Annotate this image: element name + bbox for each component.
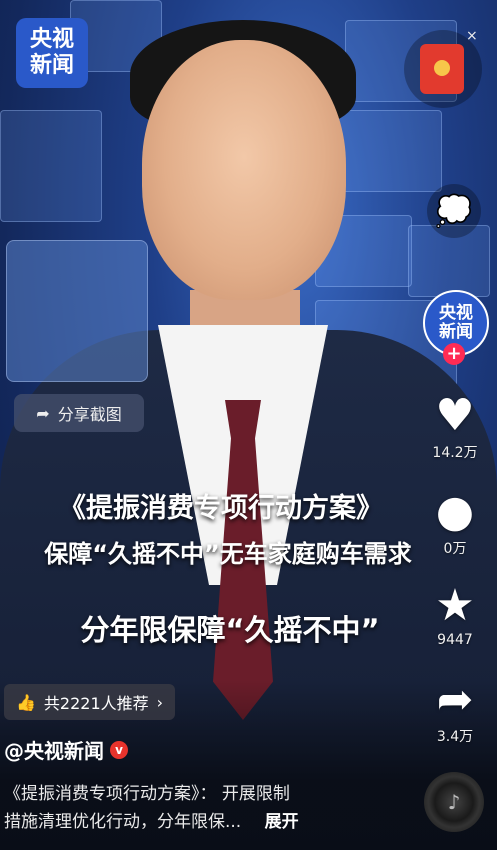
recommend-pill[interactable]: 👍 共2221人推荐 › [4,684,176,720]
caption-line-2: 保障“久摇不中”无车家庭购车需求 [44,540,412,568]
share-count: 3.4万 [436,729,474,745]
share-arrow-icon: ➦ [36,403,50,423]
description-line-2: 措施清理优化行动，分年限保... [4,812,242,832]
description-line-1: 《提振消费专项行动方案》： 开展限制 [4,784,290,804]
red-envelope-icon [420,44,464,94]
envelope-seal [434,60,450,76]
heart-icon: ♥ [435,390,475,441]
verified-badge-icon: v [110,740,128,759]
author-name[interactable]: @央视新闻 [4,735,104,764]
like-count: 14.2万 [432,445,478,461]
favorite-count: 9447 [437,632,473,648]
screenshot-thumbnail[interactable] [6,240,148,382]
caption-line-1: 《提振消费专项行动方案》 [59,493,383,524]
author-name-row[interactable]: @央视新闻 v [4,735,128,764]
music-disc-icon[interactable]: ♪ [424,772,484,832]
chevron-right-icon: › [156,692,164,712]
like-button[interactable]: ♥ 14.2万 [420,392,490,462]
favorite-button[interactable]: ★ 9447 [420,580,490,649]
thumbs-up-icon: 👍 [16,692,36,712]
star-icon: ★ [435,580,475,631]
studio-screen [0,110,102,222]
share-button[interactable]: ➦ 3.4万 [420,676,490,746]
share-icon: ➦ [436,674,474,725]
close-icon[interactable]: × [466,28,478,44]
follow-button[interactable]: + [443,343,465,365]
recommend-label: 共2221人推荐 [43,694,149,713]
share-screenshot-button[interactable]: ➦ 分享截图 [14,394,144,432]
anchor-face [142,40,346,300]
share-screenshot-label: 分享截图 [57,405,122,424]
avatar-line-1: 央视 [439,303,473,323]
caption-line-3: 分年限保障“久摇不中” [80,613,380,647]
video-description[interactable]: 《提振消费专项行动方案》： 开展限制 措施清理优化行动，分年限保... 展开 [4,780,404,836]
comment-icon: ● [435,486,475,537]
cctv-news-logo: 央视 新闻 [16,18,88,88]
logo-line-1: 央视 [29,27,74,52]
chat-bubble-icon[interactable]: 💭 [427,184,481,238]
avatar-line-2: 新闻 [439,322,473,342]
expand-button[interactable]: 展开 [265,812,299,832]
logo-line-2: 新闻 [29,53,74,78]
